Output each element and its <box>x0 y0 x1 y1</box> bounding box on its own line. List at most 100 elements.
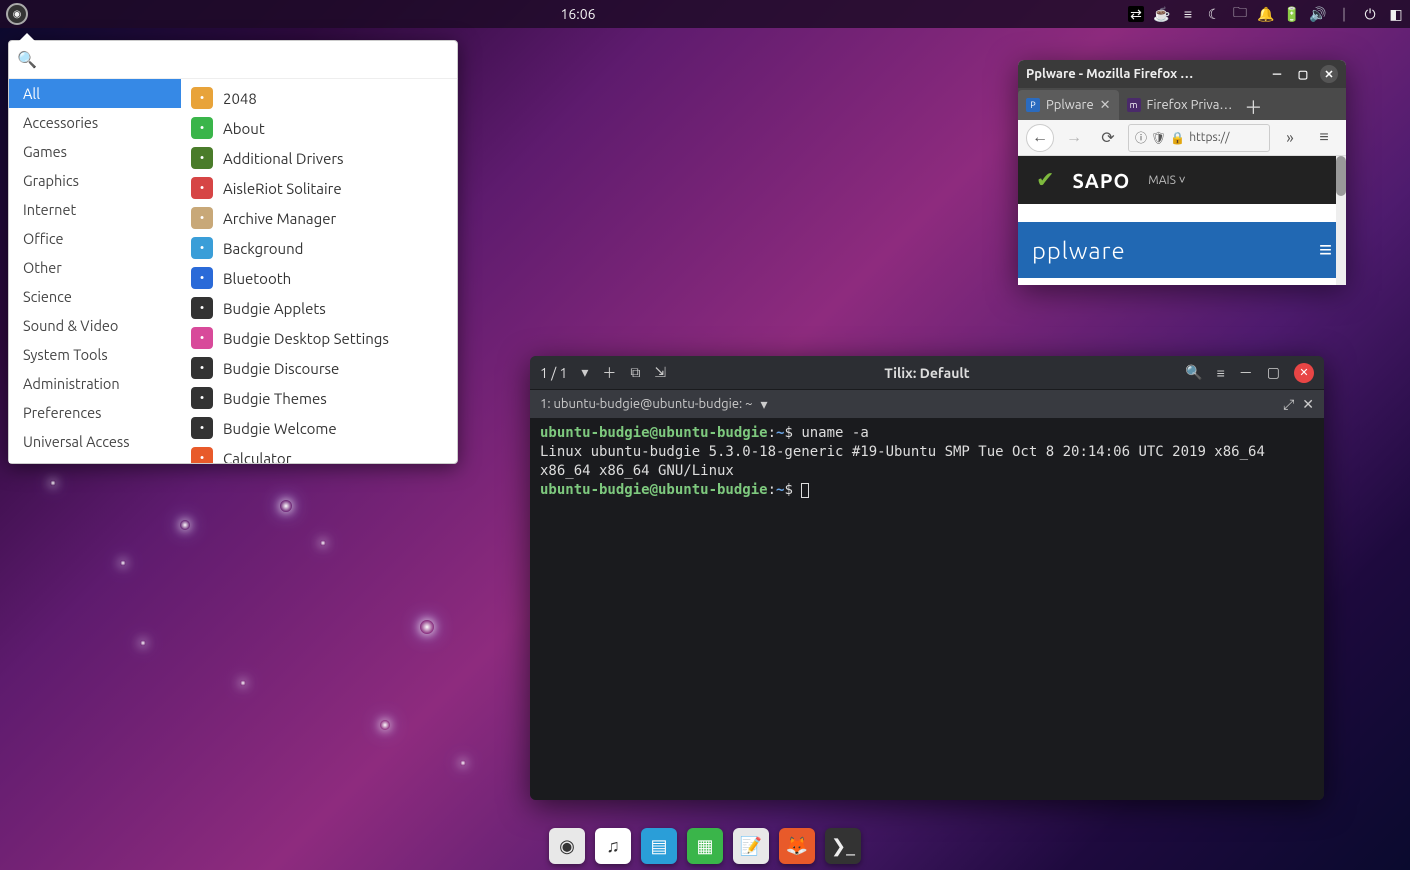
category-accessories[interactable]: Accessories <box>9 108 181 137</box>
app-budgie-welcome[interactable]: •Budgie Welcome <box>181 413 457 443</box>
dock-text-editor-icon[interactable]: 📝 <box>733 828 769 864</box>
reload-button[interactable]: ⟳ <box>1094 124 1122 152</box>
app-2048[interactable]: •2048 <box>181 83 457 113</box>
pplware-logo[interactable]: pplware <box>1032 237 1126 264</box>
app-background[interactable]: •Background <box>181 233 457 263</box>
pplware-menu-icon[interactable]: ≡ <box>1319 237 1332 263</box>
exchange-icon[interactable]: ⇄ <box>1128 6 1144 22</box>
category-utilities[interactable]: Utilities <box>9 456 181 463</box>
clock[interactable]: 16:06 <box>560 6 595 22</box>
dock-firefox-icon[interactable]: 🦊 <box>779 828 815 864</box>
category-universal-access[interactable]: Universal Access <box>9 427 181 456</box>
close-button[interactable]: ✕ <box>1320 65 1338 83</box>
minimize-button[interactable]: － <box>1268 65 1286 83</box>
app-about[interactable]: •About <box>181 113 457 143</box>
tilix-hamburger-icon[interactable]: ≡ <box>1217 365 1225 381</box>
tilix-terminal-label[interactable]: 1: ubuntu-budgie@ubuntu-budgie: ~ <box>540 397 753 411</box>
app-icon: • <box>191 387 213 409</box>
lock-icon: 🔒 <box>1170 131 1185 145</box>
category-administration[interactable]: Administration <box>9 369 181 398</box>
sapo-logo[interactable]: SAPO <box>1072 169 1130 192</box>
minimize-button[interactable]: － <box>1239 363 1253 383</box>
terminal-body[interactable]: ubuntu-budgie@ubuntu-budgie:~$ uname -a … <box>530 418 1324 800</box>
page-scrollbar[interactable] <box>1336 156 1346 285</box>
app-bluetooth[interactable]: •Bluetooth <box>181 263 457 293</box>
hamburger-menu-button[interactable]: ≡ <box>1310 124 1338 152</box>
category-preferences[interactable]: Preferences <box>9 398 181 427</box>
app-label: Budgie Desktop Settings <box>223 330 389 347</box>
app-budgie-desktop-settings[interactable]: •Budgie Desktop Settings <box>181 323 457 353</box>
overflow-icon[interactable]: » <box>1276 124 1304 152</box>
split-right-icon[interactable]: ⧉ <box>630 364 640 381</box>
night-icon[interactable]: ☾ <box>1206 6 1222 22</box>
category-sound-video[interactable]: Sound & Video <box>9 311 181 340</box>
dock-music-icon[interactable]: ♫ <box>595 828 631 864</box>
category-games[interactable]: Games <box>9 137 181 166</box>
menu-lines-icon[interactable]: ≡ <box>1180 6 1196 22</box>
category-system-tools[interactable]: System Tools <box>9 340 181 369</box>
maximize-button[interactable]: ▢ <box>1267 364 1280 381</box>
close-button[interactable]: ✕ <box>1294 363 1314 383</box>
coffee-icon[interactable]: ☕ <box>1154 6 1170 22</box>
budgie-app-menu: 🔍 AllAccessoriesGamesGraphicsInternetOff… <box>8 40 458 464</box>
sapo-header: ✔ SAPO MAIS ˅ <box>1018 156 1346 204</box>
appmenu-apps: •2048•About•Additional Drivers•AisleRiot… <box>181 79 457 463</box>
app-aisleriot-solitaire[interactable]: •AisleRiot Solitaire <box>181 173 457 203</box>
dock-calendar-icon[interactable]: ▦ <box>687 828 723 864</box>
expand-terminal-icon[interactable]: ⤢ <box>1283 396 1294 413</box>
new-tab-button[interactable]: ＋ <box>1240 94 1266 120</box>
close-terminal-icon[interactable]: ✕ <box>1302 396 1314 413</box>
top-panel: ◉ 16:06 ⇄ ☕ ≡ ☾ 🗀 🔔 🔋 🔊 | ⏻ ◧ <box>0 0 1410 28</box>
tab-pplware[interactable]: P Pplware ✕ <box>1018 90 1119 120</box>
app-budgie-themes[interactable]: •Budgie Themes <box>181 383 457 413</box>
category-other[interactable]: Other <box>9 253 181 282</box>
app-additional-drivers[interactable]: •Additional Drivers <box>181 143 457 173</box>
tilix-titlebar[interactable]: 1 / 1 ▾ ＋ ⧉ ⇲ Tilix: Default 🔍 ≡ － ▢ ✕ <box>530 356 1324 390</box>
app-icon: • <box>191 177 213 199</box>
category-all[interactable]: All <box>9 79 181 108</box>
firefox-window-title: Pplware - Mozilla Firefox … <box>1026 67 1260 81</box>
power-icon[interactable]: ⏻ <box>1362 6 1378 22</box>
category-graphics[interactable]: Graphics <box>9 166 181 195</box>
dock-web-icon[interactable]: ▤ <box>641 828 677 864</box>
tilix-session-counter[interactable]: 1 / 1 <box>540 365 567 381</box>
info-icon[interactable]: ⓘ <box>1135 129 1147 146</box>
app-label: Calculator <box>223 450 291 464</box>
budgie-menu-button[interactable]: ◉ <box>6 3 28 25</box>
search-icon[interactable]: 🔍 <box>1185 364 1202 381</box>
dock-applications-icon[interactable]: ◉ <box>549 828 585 864</box>
category-science[interactable]: Science <box>9 282 181 311</box>
app-icon: • <box>191 87 213 109</box>
pplware-favicon: P <box>1026 98 1040 112</box>
app-icon: • <box>191 267 213 289</box>
maximize-button[interactable]: ▢ <box>1294 65 1312 83</box>
app-budgie-discourse[interactable]: •Budgie Discourse <box>181 353 457 383</box>
appmenu-search-input[interactable] <box>43 47 449 72</box>
app-calculator[interactable]: •Calculator <box>181 443 457 463</box>
dock-terminal-icon[interactable]: ❯_ <box>825 828 861 864</box>
app-label: Budgie Welcome <box>223 420 337 437</box>
sapo-mais-link[interactable]: MAIS ˅ <box>1148 173 1185 187</box>
shield-icon[interactable]: 🛡 <box>1151 131 1166 145</box>
tab-label: Firefox Priva… <box>1147 98 1233 112</box>
files-tray-icon[interactable]: 🗀 <box>1232 6 1248 22</box>
firefox-titlebar[interactable]: Pplware - Mozilla Firefox … － ▢ ✕ <box>1018 60 1346 88</box>
app-archive-manager[interactable]: •Archive Manager <box>181 203 457 233</box>
raven-icon[interactable]: ◧ <box>1388 6 1404 22</box>
dropdown-icon[interactable]: ▾ <box>581 364 588 381</box>
split-down-icon[interactable]: ⇲ <box>654 364 666 381</box>
app-budgie-applets[interactable]: •Budgie Applets <box>181 293 457 323</box>
back-button[interactable]: ← <box>1026 124 1054 152</box>
forward-button[interactable]: → <box>1060 124 1088 152</box>
url-bar[interactable]: ⓘ 🛡 🔒 https:// <box>1128 124 1270 152</box>
category-office[interactable]: Office <box>9 224 181 253</box>
category-internet[interactable]: Internet <box>9 195 181 224</box>
tab-firefox-privacy[interactable]: m Firefox Priva… <box>1119 90 1241 120</box>
tab-close-icon[interactable]: ✕ <box>1100 98 1111 113</box>
chevron-down-icon[interactable]: ▾ <box>761 396 768 413</box>
add-terminal-button[interactable]: ＋ <box>602 363 616 383</box>
volume-icon[interactable]: 🔊 <box>1310 6 1326 22</box>
app-icon: • <box>191 117 213 139</box>
battery-icon[interactable]: 🔋 <box>1284 6 1300 22</box>
notifications-icon[interactable]: 🔔 <box>1258 6 1274 22</box>
